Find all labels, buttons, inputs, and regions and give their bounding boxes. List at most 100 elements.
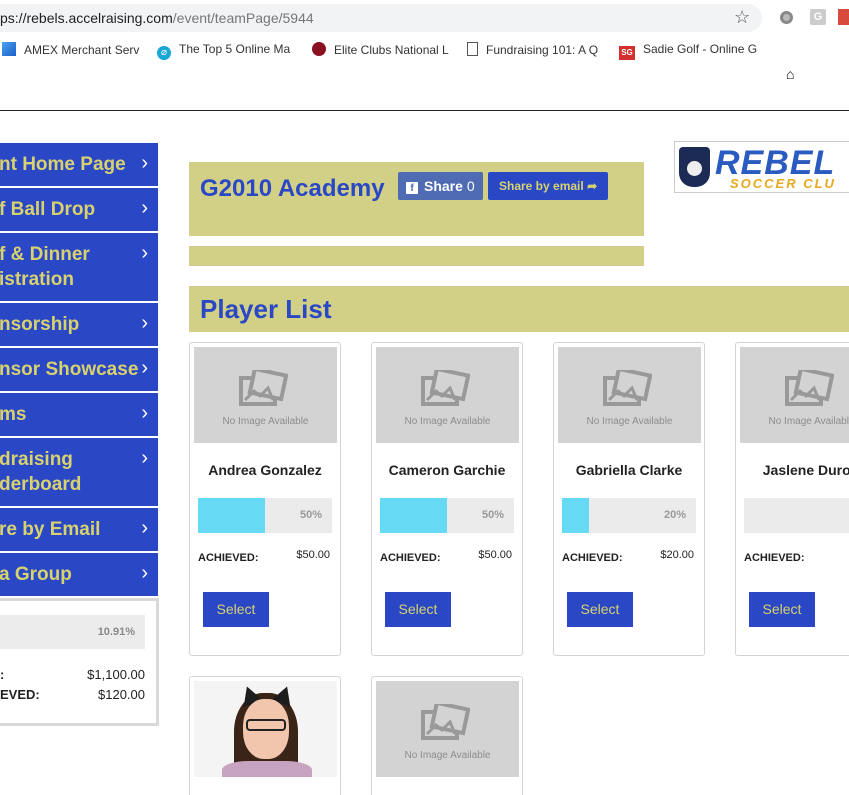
sg-icon: SG: [619, 46, 635, 60]
player-photo-placeholder: No Image Available: [740, 347, 849, 443]
achieved-label: ACHIEVED:: [380, 552, 441, 564]
goal-value: $1,100.00: [87, 667, 145, 682]
player-card: No Image Available Jaslene Duron ACHIEVE…: [735, 342, 849, 656]
sidebar-item-label: a Group: [0, 564, 72, 585]
achieved-value: $50.00: [478, 549, 512, 561]
sidebar-item-label: draising derboard: [0, 449, 82, 495]
bookmark-fundraising[interactable]: Fundraising 101: A Q: [467, 42, 598, 57]
player-photo-placeholder: No Image Available: [376, 681, 519, 777]
header-divider: [0, 110, 849, 111]
crest-icon: [679, 147, 710, 187]
chevron-right-icon: ›: [141, 517, 148, 539]
rebels-logo[interactable]: REBEL SOCCER CLU: [674, 141, 849, 193]
browser-toolbar: ps://rebels.accelraising.com/event/teamP…: [0, 0, 849, 36]
share-by-email-button[interactable]: Share by email ➦: [488, 172, 609, 200]
bookmark-sadie-golf[interactable]: SG Sadie Golf - Online G: [619, 42, 757, 60]
bookmark-amex[interactable]: AMEX Merchant Serv: [2, 42, 139, 57]
player-photo-placeholder: No Image Available: [194, 347, 337, 443]
progress-fill: [562, 498, 589, 533]
url-text[interactable]: ps://rebels.accelraising.com/event/teamP…: [0, 10, 314, 26]
achieved-label: ACHIEVED:: [562, 552, 623, 564]
bookmarks-bar: AMEX Merchant Serv ⌀ The Top 5 Online Ma …: [0, 36, 849, 64]
achieved-label: ACHIEVED:: [198, 552, 259, 564]
team-summary: 10.91% : $1,100.00 EVED: $120.00: [0, 598, 159, 726]
player-list-header: Player List: [189, 286, 849, 332]
team-banner: G2010 Academy f Share 0 Share by email ➦: [189, 162, 644, 236]
home-icon[interactable]: ⌂: [786, 66, 794, 82]
sidebar-item-event-home[interactable]: nt Home Page ›: [0, 143, 158, 188]
chevron-right-icon: ›: [141, 197, 148, 219]
bookmark-elite[interactable]: Elite Clubs National L: [312, 42, 449, 57]
doc-icon: [467, 42, 478, 56]
chevron-right-icon: ›: [141, 562, 148, 584]
player-card: [189, 676, 341, 795]
sidebar-item-label: nsorship: [0, 314, 80, 335]
share-arrow-icon: ➦: [587, 179, 598, 193]
extension-red-icon[interactable]: [838, 9, 849, 25]
player-progress-bar: 50%: [198, 498, 332, 533]
no-image-icon: [421, 704, 470, 740]
chevron-right-icon: ›: [141, 152, 148, 174]
chevron-right-icon: ›: [141, 402, 148, 424]
no-image-icon: [785, 370, 834, 406]
sidebar-item-sponsorship[interactable]: nsorship ›: [0, 303, 158, 348]
select-player-button[interactable]: Select: [567, 592, 633, 627]
sidebar-item-share-by-email[interactable]: re by Email ›: [0, 508, 158, 553]
achieved-value: $50.00: [296, 549, 330, 561]
top5-icon: ⌀: [157, 46, 171, 60]
facebook-share-button[interactable]: f Share 0: [398, 172, 483, 200]
elite-icon: [312, 42, 326, 56]
section-title: Player List: [200, 294, 332, 324]
player-name[interactable]: Andrea Gonzalez: [190, 462, 340, 478]
extension-circle-icon[interactable]: [780, 11, 793, 24]
sidebar-item-label: nsor Showcase: [0, 359, 139, 380]
goal-label: :: [0, 667, 5, 682]
player-card: No Image Available Gabriella Clarke 20% …: [553, 342, 705, 656]
sidebar-item-label: re by Email: [0, 519, 101, 540]
facebook-icon: f: [406, 182, 418, 194]
select-player-button[interactable]: Select: [749, 592, 815, 627]
team-progress-bar: 10.91%: [0, 615, 145, 649]
chevron-right-icon: ›: [141, 447, 148, 469]
select-player-button[interactable]: Select: [385, 592, 451, 627]
sidebar-item-label: f Ball Drop: [0, 199, 96, 220]
sidebar-item-join-group[interactable]: a Group ›: [0, 553, 158, 598]
sidebar-item-sponsor-showcase[interactable]: nsor Showcase ›: [0, 348, 158, 393]
player-photo[interactable]: [194, 681, 337, 777]
share-count: 0: [466, 178, 475, 194]
achieved-label: EVED:: [0, 687, 40, 702]
glasses-icon: [246, 719, 286, 731]
player-progress-bar: [744, 498, 849, 533]
amex-icon: [2, 42, 16, 56]
sidebar-nav: nt Home Page › f Ball Drop › f & Dinner is…: [0, 143, 158, 598]
player-name[interactable]: Jaslene Duron: [736, 462, 849, 478]
player-name[interactable]: Gabriella Clarke: [554, 462, 704, 478]
sidebar-item-golf-dinner-registration[interactable]: f & Dinner istration ›: [0, 233, 158, 303]
player-progress-bar: 50%: [380, 498, 514, 533]
player-card: No Image Available Andrea Gonzalez 50% A…: [189, 342, 341, 656]
no-image-icon: [421, 370, 470, 406]
page-title: G2010 Academy: [200, 175, 385, 202]
achieved-value: $120.00: [98, 687, 145, 702]
sidebar-item-label: ms: [0, 404, 27, 425]
sidebar-item-label: nt Home Page: [0, 154, 126, 175]
bookmark-top5[interactable]: ⌀ The Top 5 Online Ma: [157, 42, 290, 60]
select-player-button[interactable]: Select: [203, 592, 269, 627]
sidebar-item-ball-drop[interactable]: f Ball Drop ›: [0, 188, 158, 233]
progress-fill: [198, 498, 265, 533]
chevron-right-icon: ›: [141, 357, 148, 379]
sidebar-item-teams[interactable]: ms ›: [0, 393, 158, 438]
player-name[interactable]: Cameron Garchie: [372, 462, 522, 478]
sidebar-item-fundraising-leaderboard[interactable]: draising derboard ›: [0, 438, 158, 508]
bookmark-star-icon[interactable]: ☆: [734, 7, 750, 28]
chevron-right-icon: ›: [141, 242, 148, 264]
sidebar-item-label: f & Dinner istration: [0, 244, 90, 290]
team-description-bar: [189, 246, 644, 266]
player-photo-placeholder: No Image Available: [376, 347, 519, 443]
no-image-icon: [239, 370, 288, 406]
extension-g-icon[interactable]: G: [810, 9, 826, 25]
achieved-label: ACHIEVED:: [744, 552, 805, 564]
player-card: No Image Available: [371, 676, 523, 795]
achieved-value: $20.00: [660, 549, 694, 561]
player-card: No Image Available Cameron Garchie 50% A…: [371, 342, 523, 656]
